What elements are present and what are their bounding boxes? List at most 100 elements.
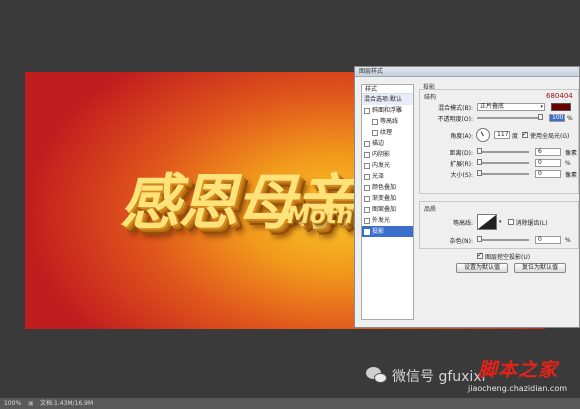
status-bar: 100% ▣ 文档:1.43M/16.9M [0,398,580,409]
noise-slider-handle[interactable] [477,236,482,242]
blend-mode-label: 混合模式(B): [438,104,473,112]
distance-label: 距离(D): [449,149,473,157]
distance-slider[interactable] [477,148,529,154]
status-icon: ▣ [28,400,34,407]
angle-input[interactable]: 117 [494,131,510,139]
style-checkbox[interactable] [364,206,370,213]
style-item-label: 内阴影 [372,151,391,158]
style-item-label: 外发光 [372,217,391,224]
style-item[interactable]: 混合选项:默认 [362,94,413,105]
size-slider[interactable] [477,170,529,176]
size-input[interactable]: 0 [535,170,561,178]
style-item-label: 描边 [372,140,385,147]
global-light-label: 使用全局光(G) [530,132,570,140]
opacity-slider[interactable] [477,114,543,120]
style-item-label: 纹理 [380,129,393,136]
style-item[interactable]: 内发光 [362,160,413,171]
opacity-input[interactable]: 100 [549,114,565,122]
style-item-label: 内发光 [372,162,391,169]
style-item[interactable]: 颜色叠加 [362,182,413,193]
distance-slider-handle[interactable] [477,148,482,154]
style-checkbox[interactable] [364,228,370,235]
chevron-down-icon[interactable]: ▾ [499,219,502,225]
style-checkbox[interactable] [364,162,370,169]
blend-mode-value: 正片叠底 [480,103,505,110]
angle-dial[interactable] [476,128,490,142]
spread-input[interactable]: 0 [535,159,561,167]
layer-style-dialog: 图层样式 样式 混合选项:默认斜面和浮雕等高线纹理描边内阴影内发光光泽颜色叠加渐… [354,66,580,328]
shadow-color-swatch[interactable] [551,103,571,111]
brand-watermark: 脚本之家 [478,359,559,381]
style-item[interactable]: 外发光 [362,215,413,226]
style-item[interactable]: 纹理 [362,127,413,138]
wechat-text: 微信号 gfuxixi [392,369,486,385]
style-item-label: 混合选项:默认 [364,96,403,103]
style-item[interactable]: 内阴影 [362,149,413,160]
spread-slider-handle[interactable] [477,159,482,165]
styles-list: 样式 混合选项:默认斜面和浮雕等高线纹理描边内阴影内发光光泽颜色叠加渐变叠加图案… [361,84,414,320]
style-item[interactable]: 图案叠加 [362,204,413,215]
set-default-button[interactable]: 设置为默认值 [456,263,508,273]
opacity-slider-handle[interactable] [538,114,543,120]
style-item[interactable]: 描边 [362,138,413,149]
angle-label: 角度(A): [450,132,473,140]
style-item-label: 等高线 [380,118,399,125]
style-item[interactable]: 光泽 [362,171,413,182]
angle-unit: 度 [512,132,519,140]
style-item-label: 渐变叠加 [372,195,397,202]
size-slider-handle[interactable] [477,170,482,176]
opacity-label: 不透明度(O): [437,115,473,123]
style-checkbox[interactable] [364,140,370,147]
style-item[interactable]: 等高线 [362,116,413,127]
distance-input[interactable]: 6 [535,148,561,156]
style-checkbox[interactable] [364,173,370,180]
style-checkbox[interactable] [364,107,370,114]
style-item[interactable]: 斜面和浮雕 [362,105,413,116]
global-light-checkbox[interactable] [522,130,529,138]
contour-picker[interactable] [477,214,497,230]
reset-default-button[interactable]: 复位为默认值 [514,263,566,273]
style-item-label: 光泽 [372,173,385,180]
noise-input[interactable]: 0 [535,236,561,244]
spread-unit: % [565,159,571,167]
wechat-watermark: 微信号 gfuxixi [366,366,486,386]
style-checkbox[interactable] [364,217,370,224]
style-item-label: 斜面和浮雕 [372,107,403,114]
size-label: 大小(S): [450,171,473,179]
style-checkbox[interactable] [364,184,370,191]
chevron-down-icon: ▾ [540,104,543,110]
knockout-checkbox[interactable] [477,251,483,259]
styles-header[interactable]: 样式 [362,85,413,94]
doc-info[interactable]: 文档:1.43M/16.9M [40,398,93,409]
style-checkbox[interactable] [364,151,370,158]
dialog-title: 图层样式 [355,67,579,77]
blend-mode-select[interactable]: 正片叠底 ▾ [477,103,545,111]
style-checkbox[interactable] [372,129,378,136]
quality-title: 品质 [424,206,437,213]
style-item[interactable]: 投影 [362,226,413,237]
style-item[interactable]: 渐变叠加 [362,193,413,204]
style-item-label: 投影 [372,228,385,235]
spread-slider[interactable] [477,159,529,165]
spread-label: 扩展(R): [450,160,473,168]
wechat-icon [366,367,388,385]
noise-label: 杂色(N): [449,237,473,245]
style-checkbox[interactable] [372,118,378,125]
zoom-level[interactable]: 100% [4,398,21,409]
style-checkbox[interactable] [364,195,370,202]
drop-shadow-settings: 投影 结构 680404 混合模式(B): 正片叠底 ▾ 不透明度(O): 10… [419,79,579,324]
color-hex-label: 680404 [546,92,573,100]
angle-dial-hand [480,131,484,137]
workspace: 感恩母亲 Mothe 图层样式 样式 混合选项:默认 斜面和浮雕 等高线 纹理 描边 内阴… [0,0,580,398]
size-unit: 像素 [565,171,578,179]
antialias-label: 消除锯齿(L) [515,219,548,227]
noise-slider[interactable] [477,236,529,242]
brand-url: jiaocheng.chazidian.com [468,384,568,393]
contour-label: 等高线: [452,219,473,227]
distance-unit: 像素 [565,149,578,157]
style-item-label: 颜色叠加 [372,184,397,191]
knockout-label: 图层挖空投影(U) [485,253,531,261]
noise-unit: % [565,236,571,244]
style-item-label: 图案叠加 [372,206,397,213]
antialias-checkbox[interactable] [507,219,514,225]
